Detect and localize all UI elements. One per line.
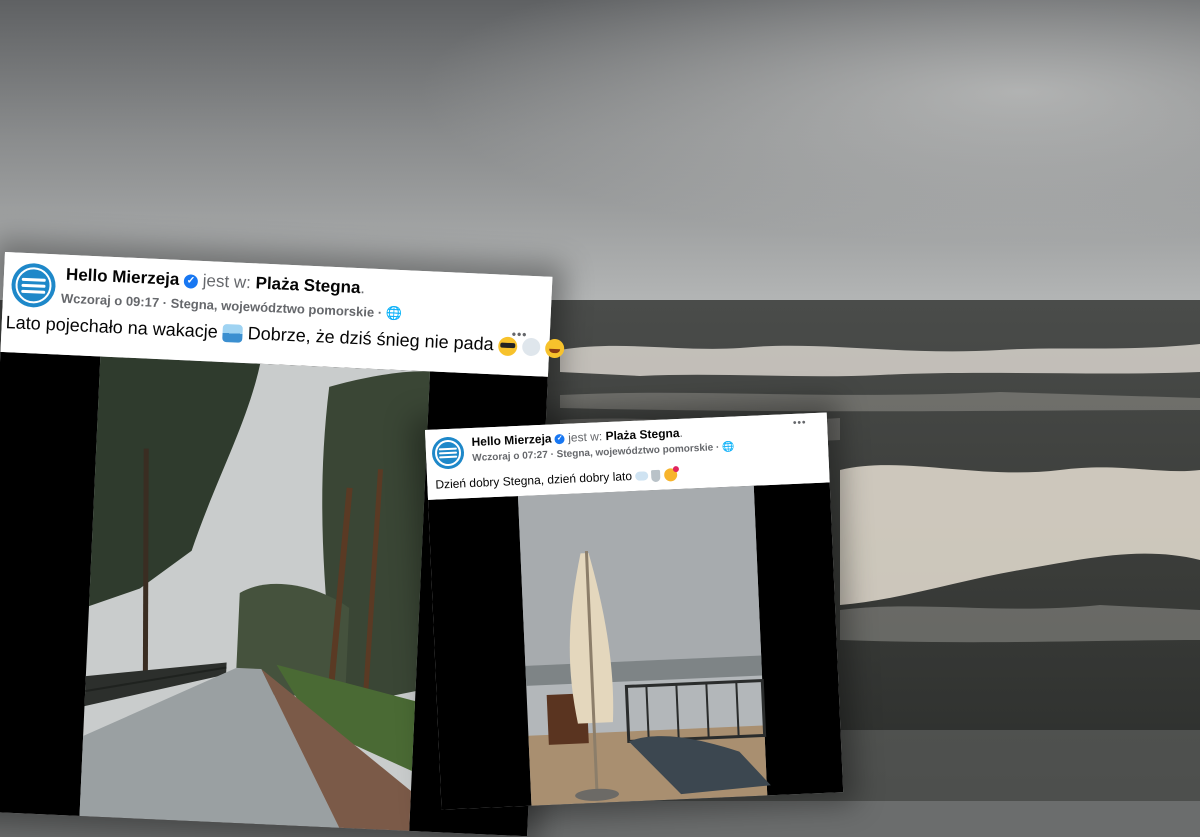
globe-icon: 🌐 (385, 305, 403, 322)
more-options-button[interactable]: ••• (793, 417, 807, 429)
snowflake-emoji (522, 337, 541, 357)
place-link[interactable]: Plaża Stegna (605, 426, 680, 443)
verified-badge-icon: ✓ (183, 273, 199, 289)
post-location[interactable]: Stegna, województwo pomorskie (556, 442, 713, 460)
checkin-prefix: jest w: (202, 271, 252, 293)
sunglasses-emoji (498, 336, 519, 357)
page-name[interactable]: Hello Mierzeja (66, 265, 180, 289)
post-timestamp[interactable]: Wczoraj o 07:27 (472, 450, 548, 464)
post-timestamp[interactable]: Wczoraj o 09:17 (61, 291, 160, 310)
post-text: Dzień dobry Stegna, dzień dobry lato (435, 466, 679, 492)
heart-face-emoji (663, 466, 679, 482)
page-avatar[interactable] (10, 262, 57, 309)
checkin-prefix: jest w: (567, 429, 603, 445)
page-name[interactable]: Hello Mierzeja (471, 431, 552, 448)
page-avatar[interactable] (431, 436, 465, 470)
post-media-2[interactable] (428, 482, 844, 810)
grinning-emoji (545, 338, 566, 359)
verified-badge-icon: ✓ (554, 433, 566, 445)
post-card-2: Hello Mierzeja ✓ jest w: Plaża Stegna. W… (425, 412, 844, 810)
globe-icon: 🌐 (721, 441, 735, 454)
post-location[interactable]: Stegna, województwo pomorskie (170, 296, 374, 320)
tornado-emoji (651, 469, 661, 482)
umbrella-photo (517, 485, 771, 806)
post-text: Lato pojechało na wakacje Dobrze, że dzi… (5, 312, 566, 359)
sea-emoji (222, 324, 244, 344)
place-link[interactable]: Plaża Stegna (255, 273, 361, 297)
cloud-emoji (635, 471, 649, 482)
